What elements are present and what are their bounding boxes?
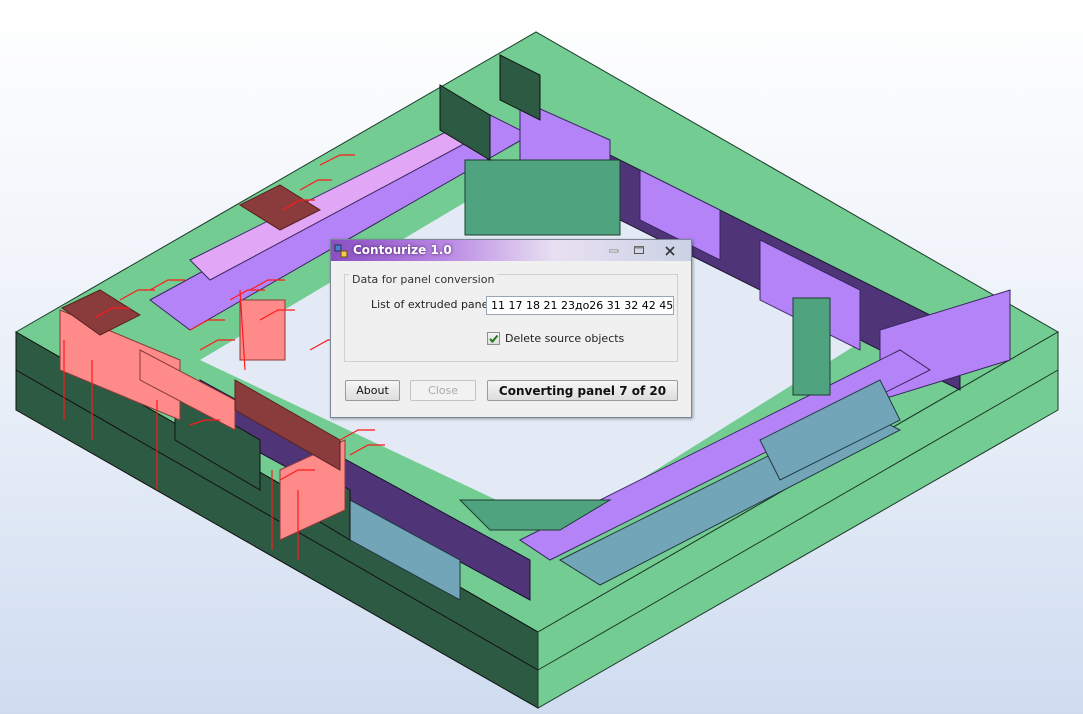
teal-block-top [464, 159, 621, 236]
close-icon[interactable] [653, 243, 687, 258]
checkmark-icon [489, 334, 499, 343]
minimize-icon[interactable] [603, 243, 625, 258]
dialog-titlebar[interactable]: Contourize 1.0 [331, 240, 691, 261]
dialog-title: Contourize 1.0 [353, 243, 452, 257]
group-title: Data for panel conversion [349, 273, 498, 286]
extruded-panels-input[interactable]: 11 17 18 21 23до26 31 32 42 45до47 [486, 296, 674, 315]
maximize-icon[interactable] [628, 243, 650, 258]
close-button[interactable]: Close [410, 380, 476, 401]
panel-conversion-group [344, 274, 678, 362]
extruded-panels-label: List of extruded panels: [371, 298, 501, 311]
about-button[interactable]: About [345, 380, 400, 401]
teal-block-right [792, 297, 831, 396]
delete-source-checkbox[interactable] [487, 332, 500, 345]
contourize-dialog: Contourize 1.0 Data for panel conversion… [330, 239, 692, 418]
app-icon [334, 243, 348, 258]
convert-status-button[interactable]: Converting panel 7 of 20 [487, 380, 678, 401]
delete-source-label: Delete source objects [505, 332, 625, 345]
